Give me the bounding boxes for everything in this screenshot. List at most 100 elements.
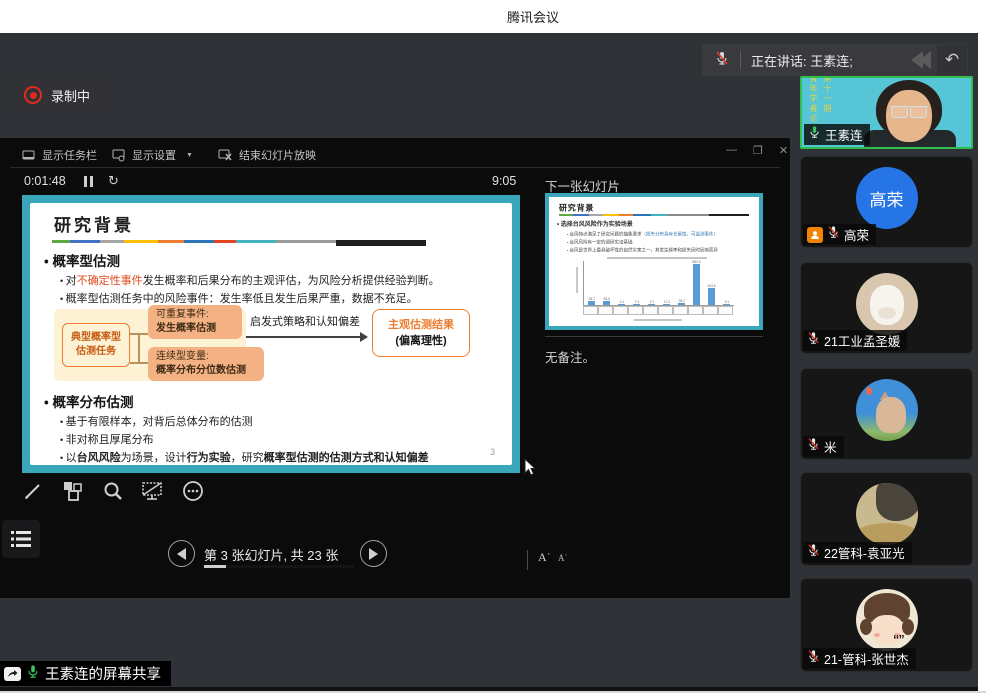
participant-tile[interactable]: 22管科-袁亚光: [800, 472, 973, 566]
minimize-icon[interactable]: —: [726, 144, 737, 157]
share-banner-label: 王素连的屏幕共享: [45, 663, 161, 684]
reply-arrow-icon[interactable]: ↶: [937, 45, 967, 75]
restart-timer-button[interactable]: ↻: [108, 173, 119, 189]
mini-category-cell: [688, 306, 703, 315]
avatar: 高荣: [856, 167, 918, 229]
preview-chart-bars: 53.763.64.17.44.717.225.2583.3243.80.1: [583, 261, 734, 306]
next-slide-heading: 选择台风风险作为实验场景: [557, 219, 633, 228]
meeting-window: 腾讯会议 正在讲话: 王素连; ↶ 录制中 显示任务栏 显示设置 ▼ 结束幻灯片…: [0, 0, 986, 693]
participant-tile-video[interactable]: 青年学者论坛 第十一期 王素连: [800, 76, 973, 149]
chevron-down-icon: ▼: [186, 152, 193, 159]
mini-bar: 4.1: [615, 299, 628, 305]
preview-chart-categories: [583, 306, 733, 315]
mic-muted-icon: [714, 50, 730, 71]
display-settings-button[interactable]: 显示设置 ▼: [112, 146, 193, 164]
show-taskbar-button[interactable]: 显示任务栏: [22, 146, 97, 164]
next-slide-button[interactable]: [360, 540, 387, 567]
avatar: [856, 273, 918, 335]
rewind-arrows-icon[interactable]: [915, 51, 931, 69]
previous-slide-button[interactable]: [168, 540, 195, 567]
mini-category-cell: [583, 306, 598, 315]
participant-tile[interactable]: 高荣 高荣: [800, 156, 973, 248]
mini-category-cell: [643, 306, 658, 315]
maximize-icon[interactable]: ❐: [753, 144, 763, 157]
section2-heading: 概率分布估测: [44, 391, 133, 411]
black-screen-button[interactable]: [140, 478, 166, 504]
end-slideshow-label: 结束幻灯片放映: [239, 147, 316, 163]
mini-category-cell: [613, 306, 628, 315]
window-controls: — ❐ ✕: [726, 144, 788, 157]
more-options-button[interactable]: [180, 478, 206, 504]
avatar: [856, 379, 918, 441]
video-overlay-text: 第十一期: [822, 76, 833, 114]
next-bullet1: 台风特点满足了研究问题的抽象要求（损失分布具有长尾性，可监测事件）: [567, 230, 718, 237]
diagram-arrowhead: [360, 332, 368, 342]
connector-line: [138, 333, 140, 363]
zoom-slide-button[interactable]: [100, 478, 126, 504]
notes-font-smaller-button[interactable]: A˙: [558, 553, 568, 563]
screen-share-banner: 王素连的屏幕共享: [0, 661, 171, 686]
diagram-arrow-label: 启发式策略和认知偏差: [250, 313, 360, 329]
speaking-toast: 正在讲话: 王素连; ↶: [702, 44, 968, 76]
avatar-art: [890, 106, 928, 117]
mic-muted-icon: [807, 437, 820, 456]
divider: [10, 167, 780, 168]
divider: [545, 336, 763, 337]
mini-category-cell: [718, 306, 733, 315]
next-slide-title: 研究背景: [559, 201, 594, 213]
section1-bullet1: 对不确定性事件发生概率和后果分布的主观评估，为风险分析提供经验判断。: [60, 272, 440, 288]
section2-bullet3: 以台风风险为场景，设计行为实验，研究概率型估测的估测方式和认知偏差: [60, 449, 429, 465]
participant-name-tag: 21工业孟圣媛: [803, 330, 907, 351]
show-taskbar-label: 显示任务栏: [42, 147, 97, 163]
speaking-label: 正在讲话: 王素连;: [751, 51, 853, 70]
notes-font-larger-button[interactable]: A˙: [538, 550, 551, 565]
window-title: 腾讯会议: [507, 7, 559, 26]
current-time: 9:05: [492, 174, 516, 188]
participant-name-tag: 21-管科-张世杰: [803, 648, 916, 669]
mic-muted-icon: [807, 543, 820, 562]
diagram-left-box: 典型概率型估测任务: [62, 323, 130, 367]
participant-name-tag: 王素连: [804, 124, 870, 145]
participant-tile[interactable]: 21工业孟圣媛: [800, 262, 973, 354]
mic-muted-icon: [807, 331, 820, 350]
notes-placeholder: 无备注。: [545, 347, 595, 366]
participant-tile[interactable]: 米: [800, 368, 973, 460]
mini-bar: 7.4: [630, 299, 643, 305]
end-slideshow-button[interactable]: 结束幻灯片放映: [218, 146, 316, 164]
participant-name-tag: 22管科-袁亚光: [803, 542, 912, 563]
avatar: [856, 483, 918, 545]
mini-category-cell: [598, 306, 613, 315]
mini-bar: 25.2: [675, 298, 688, 305]
mic-on-icon: [808, 125, 821, 144]
current-slide[interactable]: 研究背景 概率型估测 对不确定性事件发生概率和后果分布的主观评估，为风险分析提供…: [22, 195, 520, 473]
pause-timer-button[interactable]: [84, 176, 93, 187]
mic-on-icon: [26, 664, 40, 684]
mini-category-cell: [703, 306, 718, 315]
close-icon[interactable]: ✕: [779, 144, 788, 157]
divider: [527, 550, 528, 570]
see-all-slides-button[interactable]: [60, 478, 86, 504]
highlighted-text: 不确定性事件: [77, 275, 143, 287]
participant-name: 22管科-袁亚光: [824, 543, 905, 562]
slide-page-number: 3: [490, 447, 495, 457]
window-titlebar: 腾讯会议: [0, 0, 986, 33]
participant-name-tag: 米: [803, 436, 844, 457]
section1-bullet2: 概率型估测任务中的风险事件：发生率低且发生后果严重，数据不充足。: [60, 290, 418, 306]
next-bullet2: 台风风险有一定的调研实证基础: [567, 238, 633, 245]
mouse-cursor: [524, 458, 536, 481]
mini-bar: 583.3: [690, 259, 703, 305]
section1-heading: 概率型估测: [44, 250, 120, 270]
section2-bullet2: 非对称且厚尾分布: [60, 431, 154, 447]
participant-name: 王素连: [825, 125, 863, 144]
slide-position-label: 第 3 张幻灯片, 共 23 张: [204, 545, 338, 564]
mini-category-cell: [658, 306, 673, 315]
notes-list-button[interactable]: [2, 520, 40, 558]
participant-tile[interactable]: 21-管科-张世杰: [800, 578, 973, 672]
next-slide-preview[interactable]: 研究背景 选择台风风险作为实验场景 台风特点满足了研究问题的抽象要求（损失分布具…: [545, 193, 763, 330]
slideshow-timer: 0:01:48: [24, 174, 66, 188]
diagram-bottom-box: 连续型变量:概率分布分位数估测: [148, 347, 264, 381]
participant-name: 高荣: [844, 225, 869, 244]
mic-muted-icon: [827, 225, 840, 244]
pen-tool-button[interactable]: [20, 478, 46, 504]
mini-chart-ylabel: [576, 267, 578, 293]
